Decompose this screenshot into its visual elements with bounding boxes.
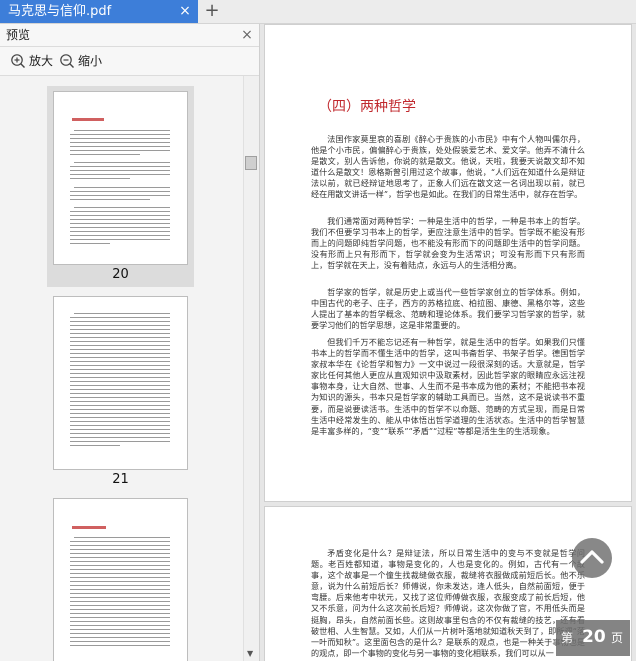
zoom-in-icon (11, 54, 25, 68)
preview-sidebar: 预览 × 放大 缩小 20 21 ▼ (0, 24, 260, 661)
thumbnail-image (53, 91, 188, 265)
zoom-out-label: 缩小 (78, 54, 103, 68)
paragraph: 我们通常面对两种哲学：一种是生活中的哲学，一种是书本上的哲学。我们不但要学习书本… (311, 216, 585, 271)
paragraph: 但我们千万不能忘记还有一种哲学，就是生活中的哲学。如果我们只懂书本上的哲学而不懂… (311, 337, 585, 436)
thumbnail-page-21[interactable]: 21 (47, 292, 194, 489)
new-tab-icon[interactable]: + (203, 0, 221, 23)
paragraph: 法国作家莫里哀的喜剧《醉心于贵族的小市民》中有个人物叫儒尔丹，他是个小市民，偏偏… (311, 134, 585, 200)
zoom-out-button[interactable]: 缩小 (59, 51, 107, 71)
thumbnail-page-number: 21 (112, 472, 129, 487)
scroll-down-arrow-icon[interactable]: ▼ (247, 649, 253, 658)
thumbnail-image (53, 296, 188, 470)
current-page-number: 20 (582, 627, 606, 647)
document-tab[interactable]: 马克思与信仰.pdf × (0, 0, 198, 23)
sidebar-toolbar: 放大 缩小 (0, 47, 259, 76)
scroll-to-top-button[interactable] (572, 538, 612, 578)
page-indicator-suffix: 页 (611, 631, 624, 645)
sidebar-title: 预览 (6, 28, 31, 42)
section-title: （四）两种哲学 (318, 99, 416, 115)
paragraph: 哲学家的哲学，就是历史上或当代一些哲学家创立的哲学体系。例如，中国古代的老子、庄… (311, 287, 585, 331)
sidebar-scrollbar-thumb[interactable] (245, 156, 257, 170)
close-tab-icon[interactable]: × (178, 3, 192, 20)
thumbnail-list: 20 21 (0, 76, 243, 661)
thumbnail-page-20[interactable]: 20 (47, 86, 194, 287)
zoom-in-button[interactable]: 放大 (10, 51, 58, 71)
thumbnail-page-22[interactable]: 22 (47, 494, 194, 661)
tab-bar: 马克思与信仰.pdf × + (0, 0, 636, 24)
thumbnail-image (53, 498, 188, 661)
sidebar-close-icon[interactable]: × (240, 26, 254, 44)
page-indicator-prefix: 第 (561, 631, 574, 645)
sidebar-scrollbar[interactable]: ▼ (243, 76, 259, 661)
chevron-up-icon (580, 550, 604, 564)
sidebar-header: 预览 × (0, 24, 259, 47)
tab-title: 马克思与信仰.pdf (8, 4, 112, 19)
zoom-out-icon (60, 54, 74, 68)
thumbnail-page-number: 20 (112, 267, 129, 282)
document-page-20: （四）两种哲学 法国作家莫里哀的喜剧《醉心于贵族的小市民》中有个人物叫儒尔丹，他… (264, 24, 632, 502)
paragraph: 矛盾变化是什么？是辩证法，所以日常生活中的变与不变就是哲学问题。老百姓都知道，事… (311, 548, 585, 658)
zoom-in-label: 放大 (29, 54, 54, 68)
page-indicator: 第 20 页 (556, 620, 630, 656)
